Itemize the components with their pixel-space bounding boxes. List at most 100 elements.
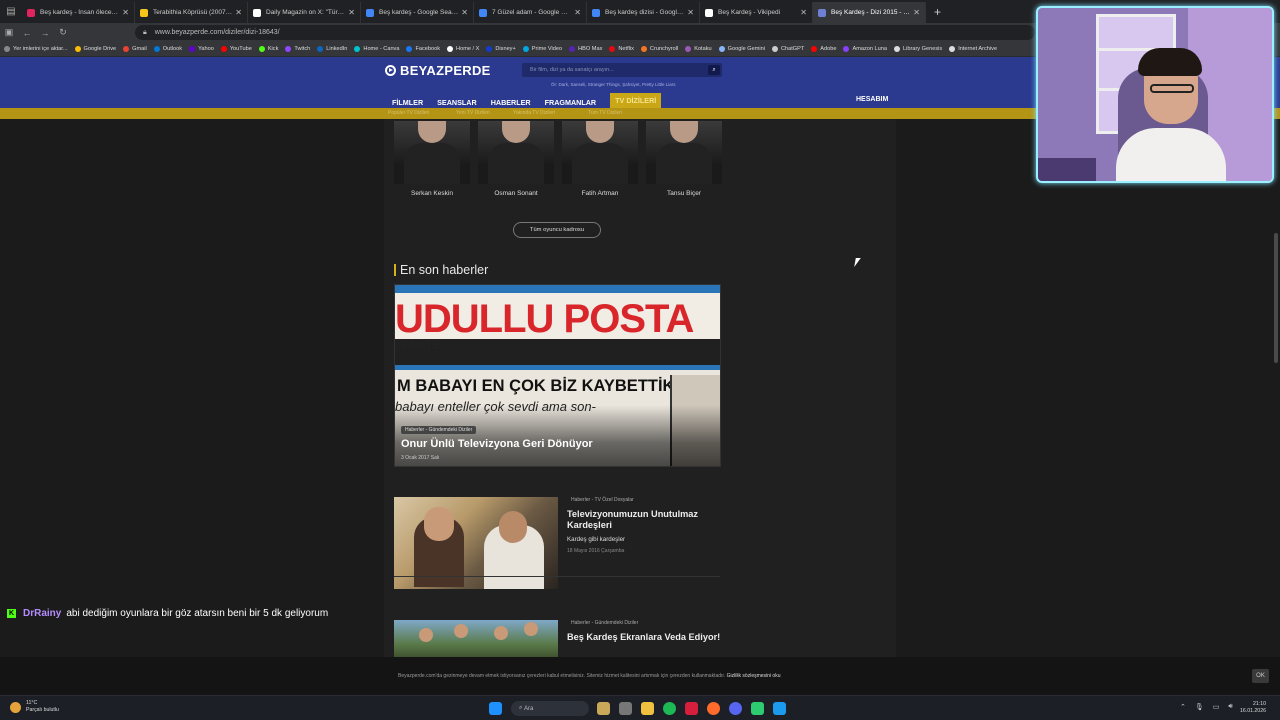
cast-member[interactable]: Fatih Artman [562, 121, 638, 197]
bookmark-item[interactable]: Google Drive [74, 46, 116, 52]
steam-icon[interactable] [773, 702, 786, 715]
account-link[interactable]: HESABIM [856, 96, 888, 103]
cast-photo[interactable] [646, 121, 722, 184]
windows-start-icon[interactable] [489, 702, 502, 715]
cast-member[interactable]: Osman Sonant [478, 121, 554, 197]
news-thumbnail[interactable] [394, 620, 558, 657]
cookie-ok-button[interactable]: OK [1252, 669, 1269, 683]
nav-item[interactable]: HABERLER [491, 98, 531, 107]
cast-name[interactable]: Osman Sonant [478, 190, 554, 197]
mic-icon[interactable]: 🎙︎ [1195, 703, 1204, 711]
sidebar-icon[interactable]: ▣ [0, 27, 18, 38]
forward-button[interactable]: → [36, 28, 54, 38]
privacy-link[interactable]: Gizlilik sözleşmesini oku [727, 673, 781, 679]
bookmark-item[interactable]: Home - Canva [354, 46, 399, 52]
browser-tab[interactable]: Beş Kardeş - Dizi 2015 - Beyazp✕ [813, 2, 926, 23]
browser-tab[interactable]: 7 Güzel adam - Google Search✕ [474, 2, 587, 23]
site-logo[interactable]: BEYAZPERDE [385, 63, 491, 78]
spotify-icon[interactable] [663, 702, 676, 715]
cast-member[interactable]: Serkan Keskin [394, 121, 470, 197]
subnav-item[interactable]: Tüm TV Dizileri [588, 110, 622, 116]
bookmark-item[interactable]: Kick [258, 46, 278, 52]
hero-news-card[interactable]: UDULLU POSTA GASTE M BABAYI EN ÇOK BİZ K… [394, 284, 721, 467]
bookmark-item[interactable]: LinkedIn [317, 46, 347, 52]
bookmark-item[interactable]: Google Gemini [718, 46, 765, 52]
taskbar-clock[interactable]: 21:10 16.01.2026 [1240, 701, 1266, 715]
nav-item[interactable]: FRAGMANLAR [545, 98, 597, 107]
bookmark-item[interactable]: Kotaku [685, 46, 712, 52]
news-category[interactable]: Haberler - Gündemdeki Diziler [571, 620, 638, 626]
page-scrollbar[interactable] [1274, 233, 1278, 363]
close-tab-icon[interactable]: ✕ [461, 8, 468, 17]
app-icon[interactable] [685, 702, 698, 715]
cast-member[interactable]: Tansu Biçer [646, 121, 722, 197]
back-button[interactable]: ← [18, 28, 36, 38]
close-tab-icon[interactable]: ✕ [913, 8, 920, 17]
news-item[interactable]: Haberler - Gündemdeki Diziler Beş Kardeş… [394, 620, 720, 657]
bookmark-item[interactable]: Crunchyroll [640, 46, 678, 52]
bookmark-item[interactable]: Home / X [447, 46, 479, 52]
task-view-icon[interactable] [619, 702, 632, 715]
volume-icon[interactable]: 🔊︎ [1228, 703, 1232, 711]
close-tab-icon[interactable]: ✕ [348, 8, 355, 17]
news-category[interactable]: Haberler - Gündemdeki Diziler [401, 426, 477, 434]
close-tab-icon[interactable]: ✕ [235, 8, 242, 17]
bookmark-item[interactable]: Twitch [285, 46, 310, 52]
bookmark-item[interactable]: Yahoo [189, 46, 214, 52]
weather-widget[interactable]: 11°C Parçalı bulutlu [10, 700, 59, 714]
bookmark-item[interactable]: Library Genesis [894, 46, 942, 52]
browser-tab[interactable]: Terabithia Köprüsü (2007) - IMD✕ [135, 2, 248, 23]
taskbar-search[interactable]: ⌕ Ara [511, 701, 589, 716]
bookmark-item[interactable]: Prime Video [522, 46, 562, 52]
nav-item[interactable]: TV DİZİLERİ [610, 93, 662, 108]
bookmark-item[interactable]: Gmail [123, 46, 147, 52]
file-explorer-icon[interactable] [641, 702, 654, 715]
network-icon[interactable]: ▭ [1213, 703, 1220, 711]
subnav-item[interactable]: Yeni TV Dizileri [456, 110, 490, 116]
news-title[interactable]: Onur Ünlü Televizyona Geri Dönüyor [401, 438, 593, 450]
subnav-item[interactable]: Yakında TV Dizileri [513, 110, 555, 116]
new-tab-button[interactable]: + [934, 5, 941, 19]
news-category[interactable]: Haberler - TV Özel Dosyalar [571, 497, 634, 503]
news-title[interactable]: Beş Kardeş Ekranlara Veda Ediyor! [567, 632, 727, 643]
bookmark-item[interactable]: Netflix [609, 46, 634, 52]
cast-name[interactable]: Serkan Keskin [394, 190, 470, 197]
browser-tab[interactable]: Beş kardeş dizisi - Google Sear✕ [587, 2, 700, 23]
bookmark-item[interactable]: Disney+ [486, 46, 516, 52]
bookmark-item[interactable]: Adobe [811, 46, 836, 52]
all-cast-button[interactable]: Tüm oyuncu kadrosu [513, 222, 601, 238]
discord-icon[interactable] [729, 702, 742, 715]
browser-tab[interactable]: Daily Magazin on X: "Türkiye'ni✕ [248, 2, 361, 23]
browser-icon[interactable] [707, 702, 720, 715]
widget-icon[interactable] [597, 702, 610, 715]
browser-tab[interactable]: Beş Kardeş - Vikipedi ✕ [700, 2, 813, 23]
bookmark-item[interactable]: Facebook [406, 46, 440, 52]
close-tab-icon[interactable]: ✕ [687, 8, 694, 17]
cast-photo[interactable] [478, 121, 554, 184]
close-tab-icon[interactable]: ✕ [122, 8, 129, 17]
browser-tab[interactable]: Beş kardeş - Google Search ✕ [361, 2, 474, 23]
address-bar[interactable]: 🔒︎ www.beyazperde.com/diziler/dizi-18643… [135, 25, 1035, 40]
tab-menu-icon[interactable]: ▤ [0, 0, 22, 23]
search-icon[interactable]: ⌕ [708, 65, 720, 75]
bookmark-item[interactable]: Yer imlerini içe aktar... [4, 46, 68, 52]
bookmark-item[interactable]: YouTube [220, 46, 252, 52]
nav-item[interactable]: SEANSLAR [437, 98, 477, 107]
close-tab-icon[interactable]: ✕ [574, 8, 581, 17]
bookmark-item[interactable]: Internet Archive [949, 46, 997, 52]
nav-item[interactable]: FİLMLER [392, 98, 423, 107]
reload-button[interactable]: ↻ [54, 27, 72, 38]
cast-name[interactable]: Tansu Biçer [646, 190, 722, 197]
browser-tab[interactable]: Beş kardeş - İnsan öleceğini bil✕ [22, 2, 135, 23]
close-tab-icon[interactable]: ✕ [800, 8, 807, 17]
app-icon[interactable] [751, 702, 764, 715]
cast-photo[interactable] [394, 121, 470, 184]
site-search-input[interactable]: Bir film, dizi ya da sanatçı arayın... ⌕ [522, 63, 722, 77]
news-title[interactable]: Televizyonumuzun Unutulmaz Kardeşleri [567, 509, 727, 531]
chevron-up-icon[interactable]: ⌃ [1180, 703, 1186, 711]
bookmark-item[interactable]: Outlook [153, 46, 182, 52]
bookmark-item[interactable]: Amazon Luna [843, 46, 887, 52]
cast-name[interactable]: Fatih Artman [562, 190, 638, 197]
bookmark-item[interactable]: HBO Max [569, 46, 602, 52]
cast-photo[interactable] [562, 121, 638, 184]
